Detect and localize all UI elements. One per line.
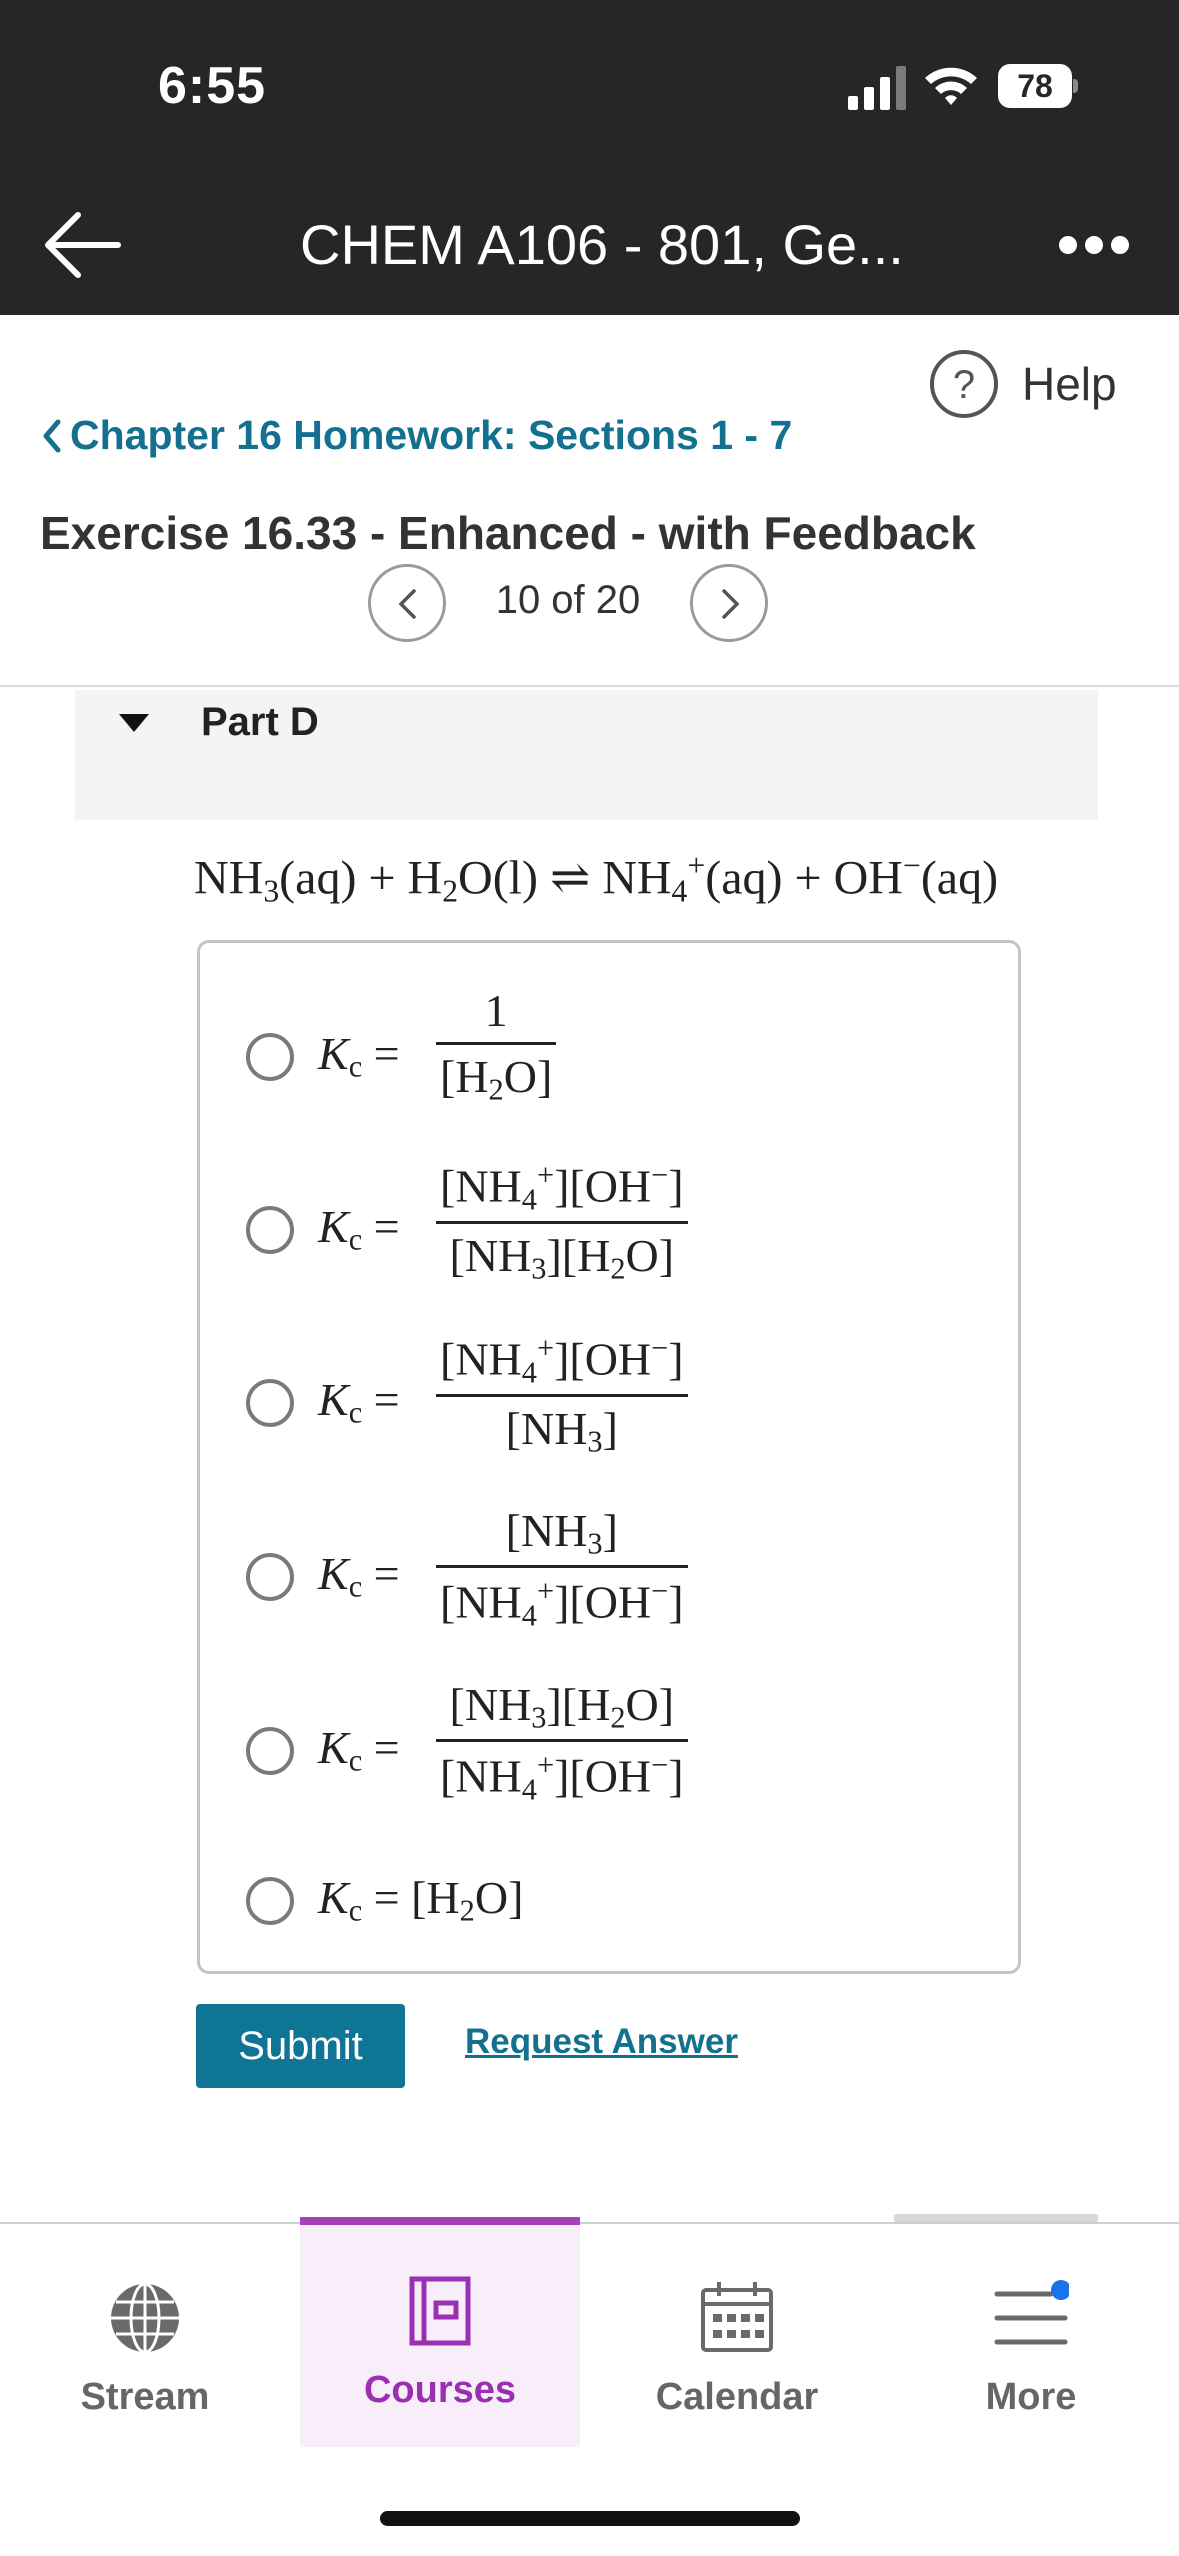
answer-option-c[interactable]: Kc = [NH4+][OH−] [NH3]	[200, 1331, 1020, 1459]
kc-expression: [NH3][H2O] [NH4+][OH−]	[436, 1679, 688, 1808]
wifi-icon	[925, 67, 977, 105]
answer-options: Kc = 1 [H2O] Kc = [NH4+][OH−] [NH3][H2O] K…	[197, 940, 1021, 1974]
kc-expression: [NH3] [NH4+][OH−]	[436, 1505, 688, 1634]
tab-label: More	[985, 2376, 1077, 2418]
tab-calendar[interactable]: Calendar	[597, 2224, 877, 2454]
breadcrumb-label: Chapter 16 Homework: Sections 1 - 7	[70, 412, 793, 458]
tab-stream[interactable]: Stream	[5, 2224, 285, 2454]
radio-button[interactable]	[246, 1553, 294, 1601]
previous-exercise-button[interactable]	[368, 564, 446, 642]
part-header[interactable]: Part D	[75, 690, 1098, 820]
chevron-right-icon	[722, 589, 740, 619]
scroll-indicator	[894, 2214, 1098, 2222]
kc-label: Kc =	[318, 1722, 400, 1778]
answer-option-e[interactable]: Kc = [NH3][H2O] [NH4+][OH−]	[200, 1679, 1020, 1807]
kc-expression: Kc = [H2O]	[318, 1872, 524, 1928]
more-options-icon[interactable]	[1058, 226, 1130, 264]
tab-label: Courses	[363, 2369, 517, 2411]
answer-option-d[interactable]: Kc = [NH3] [NH4+][OH−]	[200, 1505, 1020, 1633]
calendar-icon	[701, 2282, 773, 2352]
status-time: 6:55	[158, 57, 267, 115]
help-label: Help	[1022, 358, 1117, 410]
kc-label: Kc =	[318, 1548, 400, 1604]
exercise-title: Exercise 16.33 - Enhanced - with Feedbac…	[40, 507, 976, 559]
globe-icon	[111, 2282, 179, 2354]
kc-label: Kc =	[318, 1201, 400, 1257]
submit-button[interactable]: Submit	[196, 2004, 405, 2088]
request-answer-link[interactable]: Request Answer	[465, 2022, 738, 2062]
tab-more[interactable]: More	[891, 2224, 1171, 2454]
chevron-left-icon	[398, 589, 416, 619]
divider	[0, 685, 1179, 687]
help-circle-icon: ?	[930, 350, 998, 418]
tab-courses[interactable]: Courses	[300, 2217, 580, 2447]
exercise-pager: 10 of 20	[368, 564, 772, 642]
kc-expression: [NH4+][OH−] [NH3]	[436, 1331, 688, 1460]
pager-count: 10 of 20	[495, 578, 641, 622]
tab-label: Stream	[80, 2376, 210, 2418]
radio-button[interactable]	[246, 1727, 294, 1775]
chevron-left-icon	[43, 419, 61, 452]
part-title: Part D	[201, 700, 319, 744]
tab-label: Calendar	[655, 2376, 819, 2418]
back-arrow-icon[interactable]	[40, 205, 126, 285]
app-header: 6:55 78 CHEM A106 - 801, Ge...	[0, 0, 1179, 315]
kc-label: Kc =	[318, 1028, 400, 1084]
cellular-signal-icon	[848, 66, 906, 110]
battery-level: 78	[998, 64, 1072, 108]
reaction-equation: NH3(aq) + H2O(l) ⇌ NH4+(aq) + OH−(aq)	[194, 848, 999, 909]
notification-dot-icon	[1051, 2280, 1069, 2300]
answer-option-b[interactable]: Kc = [NH4+][OH−] [NH3][H2O]	[200, 1158, 1020, 1286]
menu-icon	[994, 2280, 1069, 2345]
course-title: CHEM A106 - 801, Ge...	[300, 213, 904, 276]
breadcrumb[interactable]: Chapter 16 Homework: Sections 1 - 7	[40, 412, 792, 459]
next-exercise-button[interactable]	[690, 564, 768, 642]
radio-button[interactable]	[246, 1033, 294, 1081]
svg-text:?: ?	[953, 363, 975, 407]
kc-label: Kc =	[318, 1374, 400, 1430]
help-link[interactable]: ? Help	[928, 348, 1117, 420]
kc-expression: 1 [H2O]	[436, 985, 557, 1107]
collapse-triangle-icon	[119, 714, 149, 732]
courses-icon	[409, 2276, 471, 2346]
kc-expression: [NH4+][OH−] [NH3][H2O]	[436, 1158, 688, 1287]
answer-option-f[interactable]: Kc = [H2O]	[200, 1857, 1020, 1967]
battery-icon: 78	[998, 64, 1078, 108]
radio-button[interactable]	[246, 1206, 294, 1254]
answer-option-a[interactable]: Kc = 1 [H2O]	[200, 985, 1020, 1106]
radio-button[interactable]	[246, 1379, 294, 1427]
radio-button[interactable]	[246, 1877, 294, 1925]
home-indicator	[380, 2511, 800, 2526]
